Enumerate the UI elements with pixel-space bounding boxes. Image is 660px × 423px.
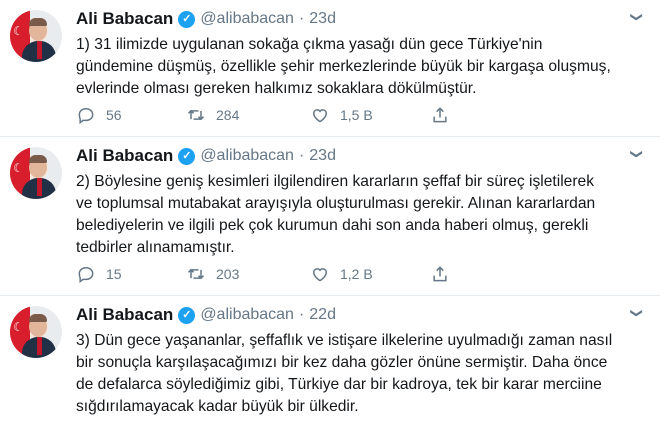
reply-count: 15 <box>106 266 122 282</box>
reply-count: 56 <box>106 107 122 123</box>
reply-icon <box>78 107 94 124</box>
tweet[interactable]: Ali Babacan ✓ @alibabacan · 23d ❯ 1) 31 … <box>0 0 660 137</box>
retweet-button[interactable]: 203 <box>186 264 310 284</box>
author-handle[interactable]: @alibabacan <box>200 306 294 324</box>
verified-badge-icon: ✓ <box>178 147 196 165</box>
tweet-text: 3) Dün gece yaşananlar, şeffaflık ve ist… <box>76 332 613 415</box>
chevron-down-icon[interactable]: ❯ <box>628 8 646 26</box>
separator: · <box>298 147 305 164</box>
share-button[interactable] <box>430 105 460 125</box>
verified-badge-icon: ✓ <box>178 10 196 28</box>
like-count: 1,2 B <box>340 266 373 282</box>
retweet-button[interactable]: 284 <box>186 105 310 125</box>
timestamp[interactable]: 23d <box>309 10 336 28</box>
author-handle[interactable]: @alibabacan <box>200 10 294 28</box>
share-icon <box>433 107 447 123</box>
tweet-header: Ali Babacan ✓ @alibabacan · 22d <box>76 304 336 326</box>
author-name[interactable]: Ali Babacan <box>76 9 173 29</box>
like-button[interactable]: 1,5 B <box>310 105 430 125</box>
timestamp[interactable]: 23d <box>309 147 336 165</box>
tweet-text: 1) 31 ilimizde uygulanan sokağa çıkma ya… <box>76 36 611 97</box>
verified-badge-icon: ✓ <box>178 306 196 324</box>
heart-icon <box>312 109 328 123</box>
tweet-text: 2) Böylesine geniş kesimleri ilgilendire… <box>76 173 596 256</box>
author-handle[interactable]: @alibabacan <box>200 147 294 165</box>
author-name[interactable]: Ali Babacan <box>76 305 173 325</box>
timestamp[interactable]: 22d <box>309 306 336 324</box>
reply-button[interactable]: 56 <box>76 105 186 125</box>
share-icon <box>433 266 447 282</box>
tweet-actions: 56 284 1,5 B <box>76 104 596 126</box>
avatar[interactable] <box>10 147 62 199</box>
chevron-down-icon[interactable]: ❯ <box>628 145 646 163</box>
like-count: 1,5 B <box>340 107 373 123</box>
retweet-icon <box>187 268 205 280</box>
retweet-icon <box>187 109 205 121</box>
separator: · <box>298 306 305 323</box>
separator: · <box>298 10 305 27</box>
share-button[interactable] <box>430 264 460 284</box>
heart-icon <box>312 268 328 282</box>
reply-button[interactable]: 15 <box>76 264 186 284</box>
avatar[interactable] <box>10 306 62 358</box>
tweet-actions: 15 203 1,2 B <box>76 263 596 285</box>
tweet-header: Ali Babacan ✓ @alibabacan · 23d <box>76 145 336 167</box>
avatar[interactable] <box>10 10 62 62</box>
chevron-down-icon[interactable]: ❯ <box>628 304 646 322</box>
reply-icon <box>78 266 94 283</box>
author-name[interactable]: Ali Babacan <box>76 146 173 166</box>
tweet[interactable]: Ali Babacan ✓ @alibabacan · 23d ❯ 2) Böy… <box>0 137 660 296</box>
retweet-count: 203 <box>216 266 240 282</box>
retweet-count: 284 <box>216 107 240 123</box>
tweet-header: Ali Babacan ✓ @alibabacan · 23d <box>76 8 336 30</box>
tweet[interactable]: Ali Babacan ✓ @alibabacan · 22d ❯ 3) Dün… <box>0 296 660 423</box>
like-button[interactable]: 1,2 B <box>310 264 430 284</box>
